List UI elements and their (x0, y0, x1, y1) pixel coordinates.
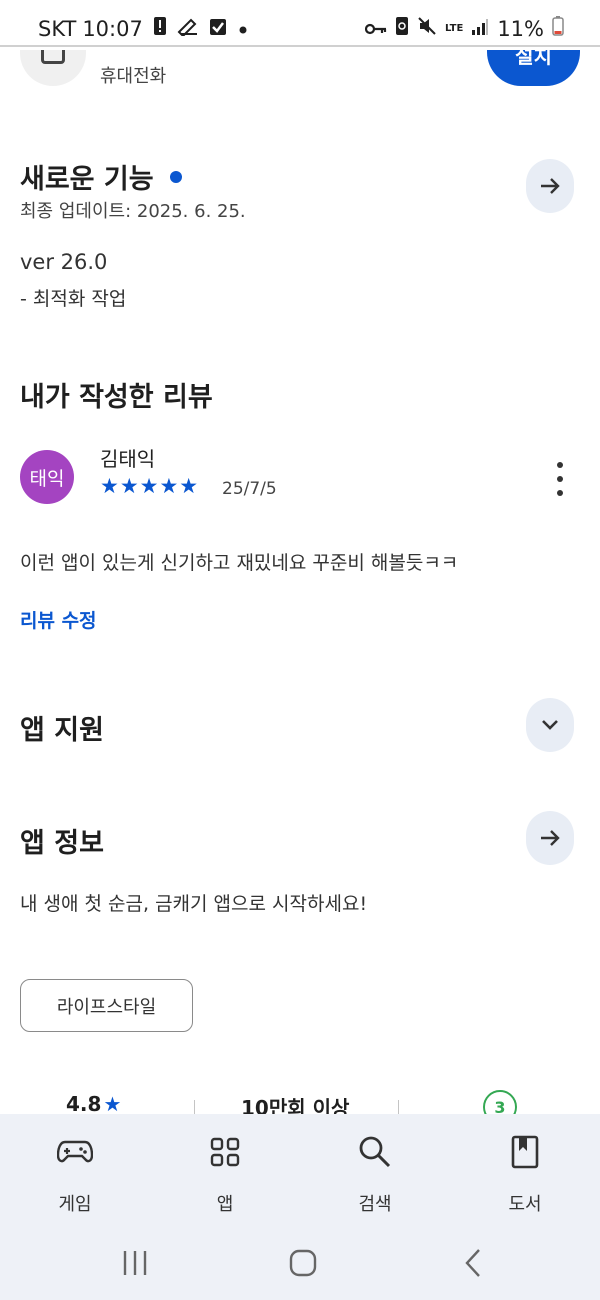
status-left: SKT 10:07 (38, 16, 249, 41)
nav-apps-label: 앱 (216, 1194, 234, 1215)
review-text: 이런 앱이 있는게 신기하고 재밌네요 꾸준비 해볼듯ㅋㅋ (20, 552, 459, 574)
checkbox-icon (209, 17, 227, 41)
edit-review-link[interactable]: 리뷰 수정 (20, 606, 97, 633)
alert-icon (153, 16, 167, 41)
bottom-nav: 게임 앱 검색 도서 (0, 1114, 600, 1230)
category-chip[interactable]: 라이프스타일 (20, 979, 193, 1032)
nav-search[interactable]: 검색 (320, 1132, 430, 1216)
reviewer-name: 김태익 (100, 447, 156, 471)
stat-divider (194, 1100, 195, 1114)
rating-star-icon: ★ (103, 1092, 122, 1114)
avatar: 태익 (20, 450, 74, 504)
system-nav-bar (0, 1230, 600, 1300)
back-button[interactable] (456, 1248, 490, 1278)
battery-icon (552, 16, 564, 41)
nav-search-label: 검색 (358, 1194, 392, 1215)
sync-icon (395, 16, 409, 41)
nav-books-label: 도서 (508, 1194, 542, 1215)
stat-divider (398, 1100, 399, 1114)
back-icon (465, 1249, 480, 1277)
header-divider (0, 45, 600, 47)
app-support-expand-button[interactable] (526, 698, 574, 752)
last-updated: 최종 업데이트: 2025. 6. 25. (20, 201, 246, 222)
mute-icon (417, 16, 437, 41)
battery-percent: 11% (497, 16, 544, 41)
stats-row: 4.8 ★ 10만회 이상 3 (0, 1090, 600, 1114)
recent-apps-button[interactable] (118, 1248, 152, 1278)
home-icon (289, 1249, 317, 1277)
my-review-title: 내가 작성한 리뷰 (20, 382, 213, 413)
nav-books[interactable]: 도서 (470, 1132, 580, 1216)
status-bar: SKT 10:07 LTE 11% (0, 0, 600, 50)
notification-dot-icon (237, 17, 249, 41)
review-date: 25/7/5 (222, 479, 277, 499)
age-rating-badge: 3 (483, 1090, 517, 1114)
rating-value: 4.8 (66, 1092, 102, 1114)
rating-stat: 4.8 ★ (66, 1092, 121, 1114)
nav-games[interactable]: 게임 (20, 1132, 130, 1216)
nav-apps[interactable]: 앱 (170, 1132, 280, 1216)
book-icon (511, 1132, 539, 1172)
downloads-stat: 10만회 이상 (241, 1096, 350, 1114)
new-dot-icon (169, 170, 182, 183)
whats-new-arrow-button[interactable] (526, 159, 574, 213)
device-label: 휴대전화 (100, 66, 167, 87)
more-options-icon[interactable] (548, 462, 572, 496)
app-info-arrow-button[interactable] (526, 811, 574, 865)
signal-icon (471, 17, 489, 41)
app-support-title[interactable]: 앱 지원 (20, 708, 104, 747)
whats-new-title: 새로운 기능 (20, 164, 154, 195)
clock: 10:07 (82, 16, 143, 41)
arrow-right-icon (541, 178, 560, 194)
gamepad-icon (57, 1132, 93, 1172)
nav-games-label: 게임 (58, 1194, 92, 1215)
apps-grid-icon (210, 1132, 240, 1172)
whats-new-header[interactable]: 새로운 기능 (20, 157, 182, 196)
chevron-down-icon (542, 720, 558, 730)
status-right: LTE 11% (357, 16, 564, 41)
lte-icon: LTE (444, 22, 464, 34)
key-icon (364, 17, 387, 41)
app-description: 내 생애 첫 순금, 금캐기 앱으로 시작하세요! (20, 893, 368, 915)
update-note: - 최적화 작업 (20, 288, 127, 310)
pencil-note-icon (177, 16, 199, 41)
search-icon (358, 1132, 392, 1172)
arrow-right-icon (541, 830, 560, 846)
network-label: LTE (444, 22, 464, 34)
carrier-label: SKT (38, 16, 77, 41)
version-text: ver 26.0 (20, 250, 108, 274)
home-button[interactable] (286, 1248, 320, 1278)
star-rating: ★★★★★ (100, 474, 200, 498)
recent-apps-icon (123, 1251, 147, 1275)
app-info-title[interactable]: 앱 정보 (20, 821, 104, 860)
